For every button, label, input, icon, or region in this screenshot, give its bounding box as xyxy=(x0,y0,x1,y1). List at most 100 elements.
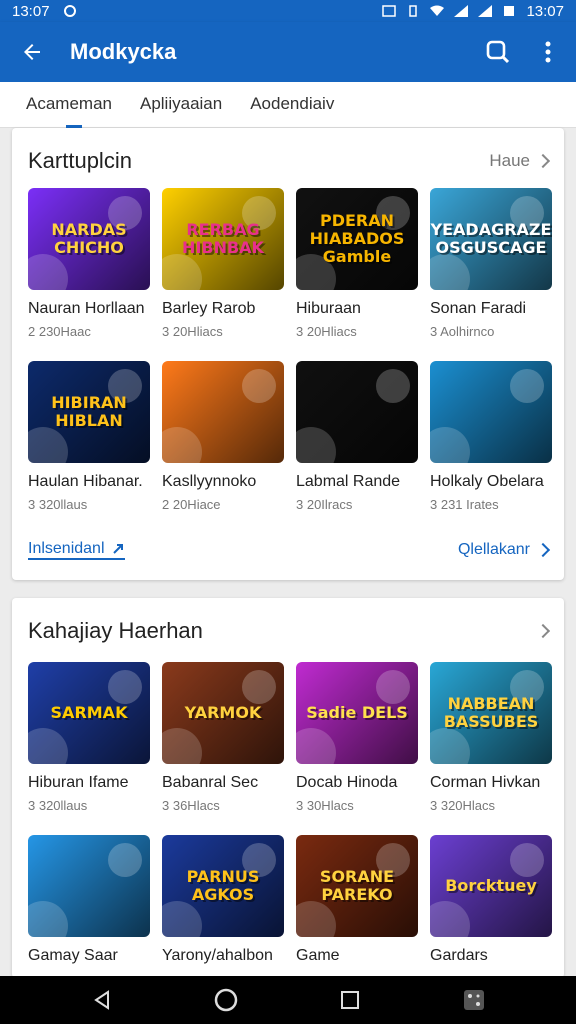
section-1-name-6: Labmal Rande xyxy=(296,473,401,490)
section-1-sub-1: 3 20Hliacs xyxy=(162,324,223,339)
chevron-right-icon xyxy=(535,153,551,169)
section-2-tile-3[interactable]: NABBEAN BASSUBES Corman Hivkan 3 320Hlacs xyxy=(430,662,552,813)
section-2-thumbnail-2[interactable]: Sadie DELS xyxy=(296,662,418,764)
decor-shape xyxy=(242,670,276,704)
section-1-thumbnail-6[interactable] xyxy=(296,361,418,463)
section-2-art-text-1: YARMOK xyxy=(184,703,262,722)
section-1-art-text-4: HIBIRAN HIBLAN xyxy=(51,393,127,430)
section-2-sub-1: 3 36Hlacs xyxy=(162,798,220,813)
section-1-name-7: Holkaly Obelara xyxy=(430,473,544,490)
section-2-tile-2[interactable]: Sadie DELS Docab Hinoda 3 30Hlacs xyxy=(296,662,418,813)
decor-shape xyxy=(162,728,202,764)
section-2-thumbnail-0[interactable]: SARMAK xyxy=(28,662,150,764)
status-time-right: 13:07 xyxy=(526,2,564,20)
nav-home-button[interactable] xyxy=(206,980,246,1020)
app-bar: Modkycka xyxy=(0,22,576,82)
decor-shape xyxy=(430,427,470,463)
back-button[interactable] xyxy=(12,32,52,72)
section-1-sub-3: 3 Aolhirnco xyxy=(430,324,495,339)
section-2-more-link[interactable] xyxy=(535,623,551,639)
section-1-thumbnail-2[interactable]: PDERAN HIABADOS Gamble xyxy=(296,188,418,290)
section-1-thumbnail-1[interactable]: RERBAG HIBNBAK xyxy=(162,188,284,290)
nav-recents-button[interactable] xyxy=(330,980,370,1020)
signal2-icon xyxy=(478,5,493,17)
tab-bar: Acameman Apliiyaaian Aodendiaiv xyxy=(0,82,576,128)
section-2-sub-0: 3 320llaus xyxy=(28,798,88,813)
nav-extra-icon xyxy=(464,990,484,1010)
external-link-icon xyxy=(112,544,123,554)
chevron-right-icon xyxy=(535,542,551,558)
section-1-footer-left-link[interactable]: Inlsenidanl xyxy=(28,540,125,560)
decor-shape xyxy=(28,427,68,463)
section-1-tile-7[interactable]: Holkaly Obelara 3 231 Irates xyxy=(430,361,552,512)
section-2-art-text-0: SARMAK xyxy=(50,703,128,722)
section-2-name-3: Corman Hivkan xyxy=(430,774,541,791)
section-1-more-link[interactable]: Haue xyxy=(489,151,551,171)
section-2-tile-5[interactable]: PARNUS AGKOS Yarony/ahalbon xyxy=(162,835,284,971)
decor-shape xyxy=(376,369,410,403)
status-time-left: 13:07 xyxy=(12,2,50,20)
decor-shape xyxy=(296,427,336,463)
section-2-tile-4[interactable]: Gamay Saar xyxy=(28,835,150,971)
notification-icon xyxy=(63,5,76,17)
section-2-thumbnail-6[interactable]: SORANE PAREKO xyxy=(296,835,418,937)
section-1-grid: NARDAS CHICHO Nauran Horllaan 2 230Haac RER… xyxy=(28,188,552,512)
section-2-thumbnail-3[interactable]: NABBEAN BASSUBES xyxy=(430,662,552,764)
more-options-button[interactable] xyxy=(532,36,564,68)
decor-shape xyxy=(510,843,544,877)
section-1-footer-right-link[interactable]: Qlellakanr xyxy=(458,541,551,559)
section-1-tile-6[interactable]: Labmal Rande 3 20Ilracs xyxy=(296,361,418,512)
section-2-tile-1[interactable]: YARMOK Babanral Sec 3 36Hlacs xyxy=(162,662,284,813)
section-1-art-text-2: PDERAN HIABADOS Gamble xyxy=(309,211,405,266)
section-1-name-5: Kasllyynnoko xyxy=(162,473,257,490)
more-vert-icon xyxy=(545,41,551,63)
section-2-tile-0[interactable]: SARMAK Hiburan Ifame 3 320llaus xyxy=(28,662,150,813)
decor-shape xyxy=(108,843,142,877)
section-1-thumbnail-7[interactable] xyxy=(430,361,552,463)
section-1-art-text-3: YEADAGRAZE OSGUSCAGE xyxy=(430,220,552,257)
section-card-2: Kahajiay Haerhan SARMAK Hiburan Ifame 3 32… xyxy=(12,598,564,978)
decor-shape xyxy=(162,254,202,290)
decor-shape xyxy=(376,670,410,704)
decor-shape xyxy=(162,427,202,463)
section-2-name-1: Babanral Sec xyxy=(162,774,259,791)
section-1-thumbnail-3[interactable]: YEADAGRAZE OSGUSCAGE xyxy=(430,188,552,290)
section-1-name-0: Nauran Horllaan xyxy=(28,300,145,317)
battery-icon xyxy=(504,6,515,16)
section-1-thumbnail-0[interactable]: NARDAS CHICHO xyxy=(28,188,150,290)
section-2-thumbnail-4[interactable] xyxy=(28,835,150,937)
decor-shape xyxy=(430,728,470,764)
section-2-art-text-2: Sadie DELS xyxy=(306,703,408,722)
section-1-thumbnail-4[interactable]: HIBIRAN HIBLAN xyxy=(28,361,150,463)
section-1-tile-0[interactable]: NARDAS CHICHO Nauran Horllaan 2 230Haac xyxy=(28,188,150,339)
section-1-tile-4[interactable]: HIBIRAN HIBLAN Haulan Hibanar. 3 320llaus xyxy=(28,361,150,512)
section-2-thumbnail-7[interactable]: Borcktuey xyxy=(430,835,552,937)
section-2-thumbnail-1[interactable]: YARMOK xyxy=(162,662,284,764)
tab-2[interactable]: Aodendiaiv xyxy=(250,82,334,128)
decor-shape xyxy=(28,901,68,937)
section-1-sub-0: 2 230Haac xyxy=(28,324,91,339)
search-button[interactable] xyxy=(482,36,514,68)
chevron-right-icon xyxy=(535,623,551,639)
section-1-title: Karttuplcin xyxy=(28,148,132,173)
tab-0[interactable]: Acameman xyxy=(26,82,112,128)
section-card-1: Karttuplcin Haue NARDAS CHICHO Nauran Hor… xyxy=(12,128,564,580)
section-1-tile-3[interactable]: YEADAGRAZE OSGUSCAGE Sonan Faradi 3 Aolhir… xyxy=(430,188,552,339)
section-1-tile-1[interactable]: RERBAG HIBNBAK Barley Rarob 3 20Hliacs xyxy=(162,188,284,339)
section-2-tile-7[interactable]: Borcktuey Gardars xyxy=(430,835,552,971)
section-2-tile-6[interactable]: SORANE PAREKO Game xyxy=(296,835,418,971)
section-1-thumbnail-5[interactable] xyxy=(162,361,284,463)
nav-back-button[interactable] xyxy=(82,980,122,1020)
section-1-sub-2: 3 20Hliacs xyxy=(296,324,357,339)
nav-extra-button[interactable] xyxy=(454,980,494,1020)
section-1-name-2: Hiburaan xyxy=(296,300,361,317)
decor-shape xyxy=(510,369,544,403)
section-1-name-4: Haulan Hibanar. xyxy=(28,473,143,490)
section-1-tile-5[interactable]: Kasllyynnoko 2 20Hiace xyxy=(162,361,284,512)
section-2-thumbnail-5[interactable]: PARNUS AGKOS xyxy=(162,835,284,937)
section-2-grid: SARMAK Hiburan Ifame 3 320llaus YARMOK Baban… xyxy=(28,662,552,971)
section-2-art-text-6: SORANE PAREKO xyxy=(319,867,395,904)
section-1-tile-2[interactable]: PDERAN HIABADOS Gamble Hiburaan 3 20Hliacs xyxy=(296,188,418,339)
tab-1[interactable]: Apliiyaaian xyxy=(140,82,222,128)
search-icon xyxy=(486,40,510,64)
